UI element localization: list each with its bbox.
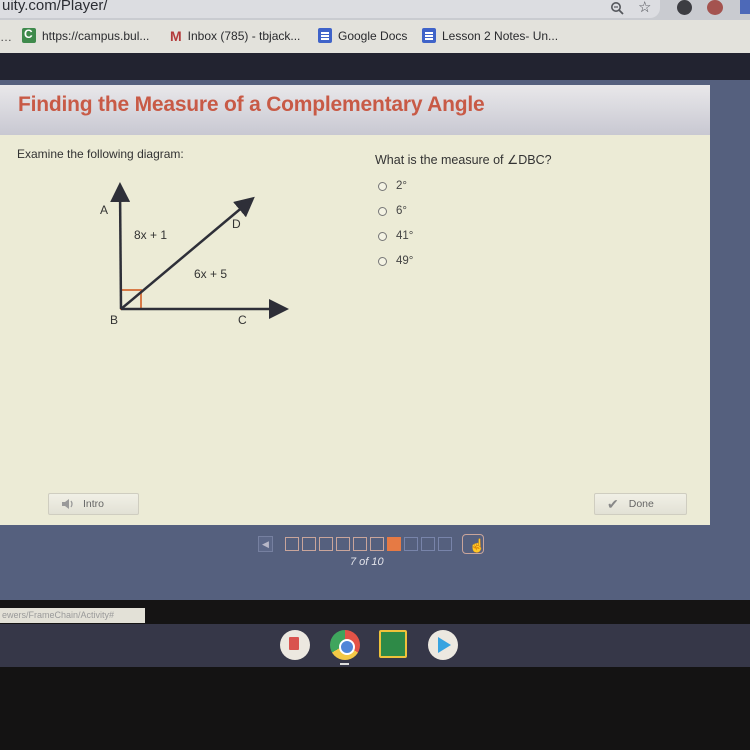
- check-icon: ✔: [607, 495, 619, 512]
- chromeos-shelf: [0, 624, 750, 667]
- bookmark-label: Inbox (785) - tbjack...: [187, 29, 301, 43]
- angle-diagram: A B C D 8x + 1 6x + 5: [88, 173, 308, 343]
- lesson-player: Finding the Measure of a Complementary A…: [0, 80, 750, 600]
- bookmark-label: Lesson 2 Notes- Un...: [442, 28, 559, 43]
- zoom-icon[interactable]: [610, 1, 624, 15]
- page-counter: 7 of 10: [350, 556, 384, 568]
- radio-button[interactable]: [378, 231, 387, 241]
- page-top-band: [0, 53, 750, 83]
- speaker-icon: [62, 499, 73, 509]
- chrome-app-icon[interactable]: [330, 630, 360, 660]
- page-box-1[interactable]: [285, 537, 299, 551]
- radio-button[interactable]: [378, 256, 387, 266]
- activity-pager: ◀ ☝: [258, 534, 486, 554]
- running-indicator: [340, 663, 349, 665]
- chevron-left-icon: ◀: [262, 538, 269, 549]
- radio-button[interactable]: [378, 181, 387, 191]
- angle-dbc-expression: 6x + 5: [194, 267, 228, 281]
- answer-option[interactable]: 6°: [378, 205, 407, 217]
- ray-ba: [110, 182, 131, 310]
- page-box-10[interactable]: [438, 537, 452, 551]
- diagram-svg: [110, 182, 289, 319]
- gmail-icon: M: [170, 28, 182, 44]
- title-bar: Finding the Measure of a Complementary A…: [0, 85, 710, 135]
- intro-label: Intro: [83, 498, 105, 510]
- page-box-9[interactable]: [421, 537, 435, 551]
- bookmarks-bar: … https://campus.bul... M Inbox (785) - …: [0, 20, 750, 53]
- google-classroom-icon[interactable]: [379, 630, 407, 658]
- page-box-5[interactable]: [353, 537, 367, 551]
- page-box-2[interactable]: [302, 537, 316, 551]
- power-extension-icon[interactable]: [677, 0, 692, 15]
- label-c: C: [238, 313, 247, 327]
- play-store-icon[interactable]: [428, 630, 458, 660]
- bookmark-label: Google Docs: [338, 28, 408, 43]
- option-label: 2°: [396, 180, 407, 192]
- google-docs-icon: [318, 28, 332, 43]
- bookmarks-overflow[interactable]: …: [0, 30, 12, 44]
- google-docs-icon: [422, 28, 436, 43]
- bookmark-lesson-notes[interactable]: Lesson 2 Notes- Un...: [422, 28, 558, 43]
- hand-cursor-icon: ☝: [469, 538, 486, 553]
- answer-option[interactable]: 49°: [378, 255, 413, 267]
- activity-content: Examine the following diagram: A B C D 8…: [0, 135, 710, 525]
- option-label: 49°: [396, 255, 414, 267]
- bookmark-gmail[interactable]: M Inbox (785) - tbjack...: [170, 28, 300, 44]
- laptop-bezel: [0, 667, 750, 750]
- extension-icon[interactable]: [740, 0, 750, 14]
- page-box-4[interactable]: [336, 537, 350, 551]
- answer-option[interactable]: 2°: [378, 180, 407, 192]
- page-box-7-current[interactable]: [387, 537, 401, 551]
- page-box-6[interactable]: [370, 537, 384, 551]
- answer-option[interactable]: 41°: [378, 230, 413, 242]
- screen: uity.com/Player/ ☆ … https://campus.bul.…: [0, 0, 750, 750]
- bookmark-label: https://campus.bul...: [42, 28, 150, 43]
- previous-button[interactable]: ◀: [258, 536, 273, 552]
- option-label: 41°: [396, 230, 414, 242]
- angle-abd-expression: 8x + 1: [134, 228, 168, 242]
- page-box-8[interactable]: [404, 537, 418, 551]
- lesson-title: Finding the Measure of a Complementary A…: [18, 93, 485, 116]
- intro-button[interactable]: Intro: [48, 493, 139, 515]
- stop-extension-icon[interactable]: [707, 0, 723, 15]
- label-b: B: [110, 313, 119, 327]
- question-text: What is the measure of ∠DBC?: [375, 153, 552, 167]
- campus-icon: [22, 27, 36, 43]
- label-a: A: [100, 203, 109, 217]
- radio-button[interactable]: [378, 206, 387, 216]
- browser-toolbar: uity.com/Player/ ☆: [0, 0, 750, 20]
- page-box-3[interactable]: [319, 537, 333, 551]
- address-bar[interactable]: uity.com/Player/ ☆: [0, 0, 660, 18]
- status-bar-url: ewers/FrameChain/Activity#: [0, 608, 145, 623]
- url-text[interactable]: uity.com/Player/: [2, 0, 108, 14]
- prompt-text: Examine the following diagram:: [17, 147, 184, 161]
- label-d: D: [232, 217, 241, 231]
- done-button[interactable]: ✔ Done: [594, 493, 687, 515]
- pdf-app-icon[interactable]: [280, 630, 310, 660]
- bookmark-google-docs[interactable]: Google Docs: [318, 28, 407, 43]
- done-label: Done: [628, 498, 654, 510]
- bookmark-star-icon[interactable]: ☆: [638, 0, 651, 16]
- next-button[interactable]: ☝: [462, 534, 486, 554]
- bookmark-campus[interactable]: https://campus.bul...: [22, 27, 150, 43]
- option-label: 6°: [396, 205, 407, 217]
